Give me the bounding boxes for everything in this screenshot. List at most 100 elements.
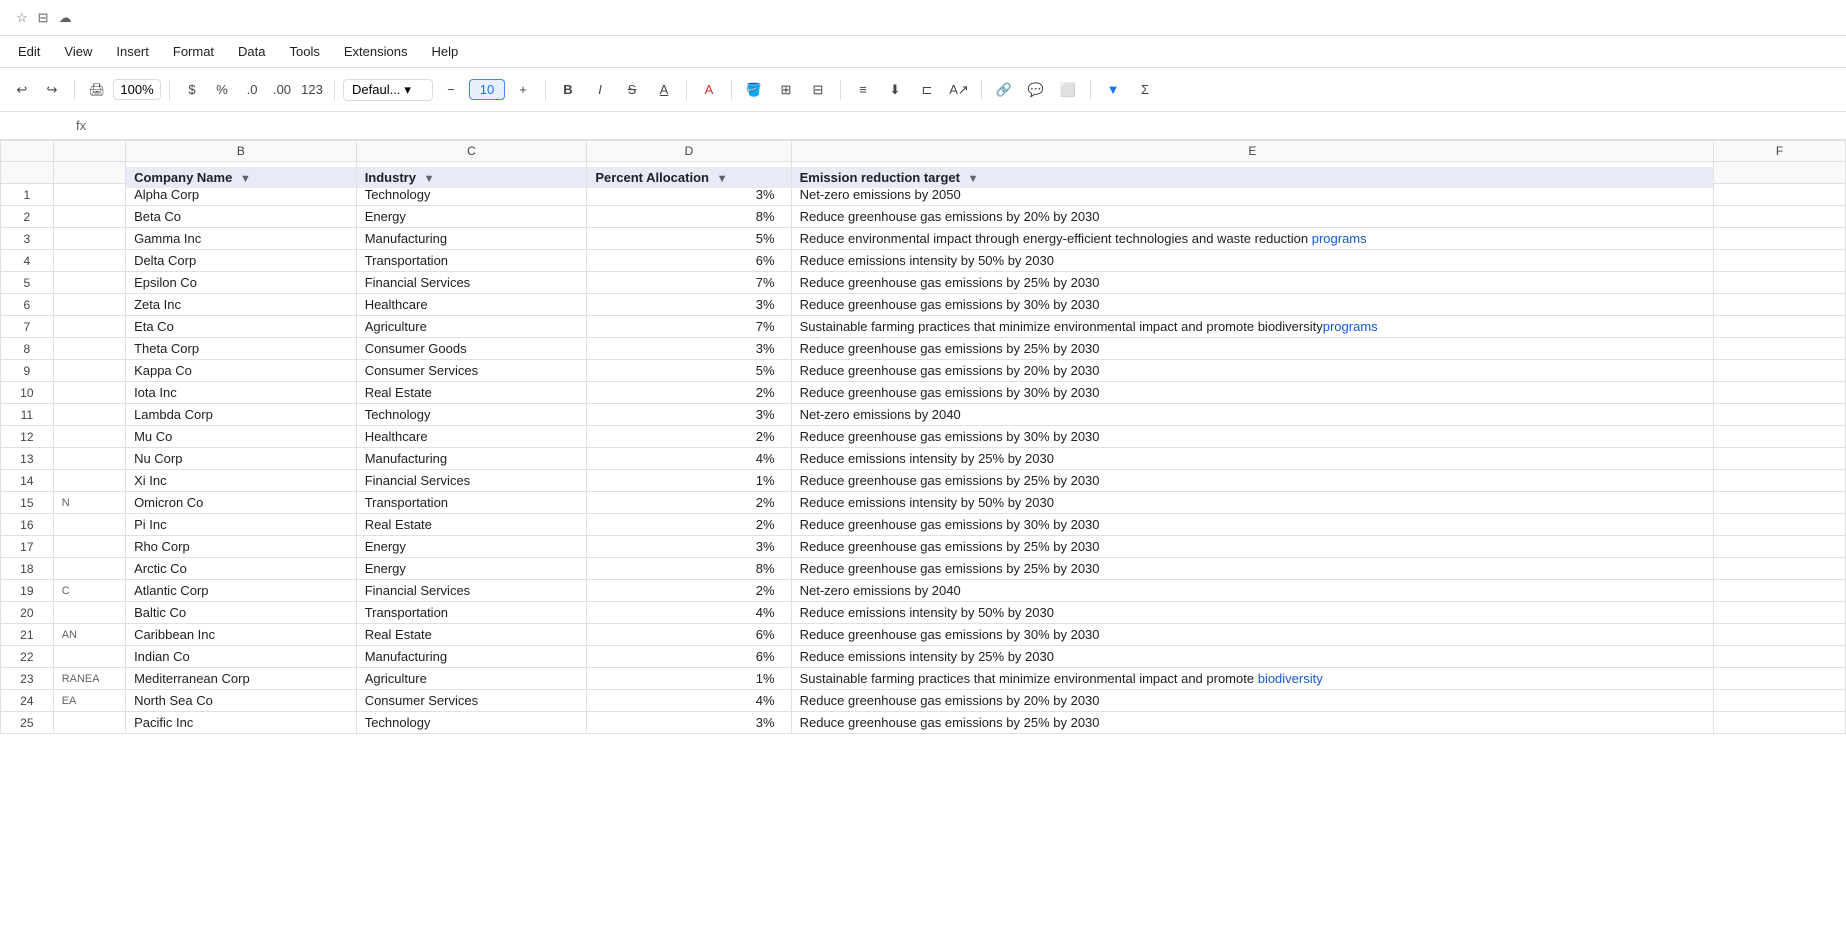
cell-emission-target[interactable]: Reduce greenhouse gas emissions by 25% b… — [791, 558, 1714, 580]
cell-percent-allocation[interactable]: 8% — [587, 558, 791, 580]
cell-emission-target[interactable]: Reduce emissions intensity by 50% by 203… — [791, 602, 1714, 624]
cell-industry[interactable]: Healthcare — [356, 294, 587, 316]
cell-percent-allocation[interactable]: 2% — [587, 580, 791, 602]
strikethrough-button[interactable]: S — [618, 76, 646, 104]
cell-percent-allocation[interactable]: 1% — [587, 470, 791, 492]
cell-col-a[interactable] — [53, 206, 125, 228]
cell-company-name[interactable]: Eta Co — [126, 316, 357, 338]
cell-col-a[interactable] — [53, 426, 125, 448]
cell-company-name[interactable]: Indian Co — [126, 646, 357, 668]
cell-emission-target[interactable]: Net-zero emissions by 2040 — [791, 404, 1714, 426]
cell-percent-allocation[interactable]: 4% — [587, 690, 791, 712]
industry-filter-icon[interactable]: ▼ — [424, 173, 435, 185]
cell-emission-target[interactable]: Reduce greenhouse gas emissions by 25% b… — [791, 338, 1714, 360]
cell-industry[interactable]: Energy — [356, 558, 587, 580]
cell-col-f[interactable] — [1714, 646, 1846, 668]
cell-col-a[interactable]: RANEA — [53, 668, 125, 690]
wrap-button[interactable]: ⊏ — [913, 76, 941, 104]
cell-col-f[interactable] — [1714, 492, 1846, 514]
merge-button[interactable]: ⊟ — [804, 76, 832, 104]
cell-percent-allocation[interactable]: 7% — [587, 272, 791, 294]
cell-industry[interactable]: Manufacturing — [356, 448, 587, 470]
cell-col-a[interactable]: AN — [53, 624, 125, 646]
cell-industry[interactable]: Agriculture — [356, 316, 587, 338]
company-name-header[interactable]: Company Name ▼ — [126, 166, 357, 188]
col-header-b[interactable]: B — [126, 141, 357, 162]
cell-company-name[interactable]: Theta Corp — [126, 338, 357, 360]
cell-company-name[interactable]: Delta Corp — [126, 250, 357, 272]
cell-emission-target[interactable]: Reduce emissions intensity by 25% by 203… — [791, 646, 1714, 668]
menu-data[interactable]: Data — [228, 40, 275, 63]
cell-company-name[interactable]: Omicron Co — [126, 492, 357, 514]
cell-col-a[interactable] — [53, 316, 125, 338]
cell-company-name[interactable]: Xi Inc — [126, 470, 357, 492]
cell-emission-target[interactable]: Reduce emissions intensity by 25% by 203… — [791, 448, 1714, 470]
cell-col-f[interactable] — [1714, 668, 1846, 690]
cell-industry[interactable]: Consumer Services — [356, 360, 587, 382]
cell-industry[interactable]: Technology — [356, 712, 587, 734]
cell-col-a[interactable] — [53, 470, 125, 492]
cell-emission-target[interactable]: Reduce environmental impact through ener… — [791, 228, 1714, 250]
cell-col-a[interactable] — [53, 404, 125, 426]
cell-industry[interactable]: Healthcare — [356, 426, 587, 448]
cell-col-a[interactable] — [53, 712, 125, 734]
emission-filter-icon[interactable]: ▼ — [968, 173, 979, 185]
cell-percent-allocation[interactable]: 2% — [587, 514, 791, 536]
cell-company-name[interactable]: Atlantic Corp — [126, 580, 357, 602]
cell-industry[interactable]: Technology — [356, 404, 587, 426]
company-filter-icon[interactable]: ▼ — [240, 173, 251, 185]
print-button[interactable]: 🖨 — [83, 76, 111, 104]
cloud-icon[interactable]: ☁ — [59, 10, 72, 26]
cell-company-name[interactable]: Zeta Inc — [126, 294, 357, 316]
cell-percent-allocation[interactable]: 4% — [587, 448, 791, 470]
cell-col-f[interactable] — [1714, 228, 1846, 250]
cell-col-f[interactable] — [1714, 382, 1846, 404]
zoom-level[interactable]: 100% — [113, 79, 161, 100]
chart-button[interactable]: ⬜ — [1054, 76, 1082, 104]
cell-col-a[interactable] — [53, 272, 125, 294]
cell-col-a[interactable] — [53, 338, 125, 360]
rotate-button[interactable]: A↗ — [945, 76, 973, 104]
cell-percent-allocation[interactable]: 8% — [587, 206, 791, 228]
cell-col-a[interactable]: N — [53, 492, 125, 514]
cell-col-f[interactable] — [1714, 316, 1846, 338]
spreadsheet-container[interactable]: B C D E F Company Name ▼ Industry ▼ Perc… — [0, 140, 1846, 928]
font-size-input[interactable]: 10 — [469, 79, 505, 100]
col-header-e[interactable]: E — [791, 141, 1714, 162]
cell-emission-target[interactable]: Reduce greenhouse gas emissions by 30% b… — [791, 426, 1714, 448]
underline-button[interactable]: A — [650, 76, 678, 104]
cell-col-f[interactable] — [1714, 448, 1846, 470]
cell-percent-allocation[interactable]: 3% — [587, 294, 791, 316]
cell-emission-target[interactable]: Reduce emissions intensity by 50% by 203… — [791, 492, 1714, 514]
cell-industry[interactable]: Energy — [356, 536, 587, 558]
cell-emission-target[interactable]: Sustainable farming practices that minim… — [791, 316, 1714, 338]
cell-col-f[interactable] — [1714, 206, 1846, 228]
cell-emission-target[interactable]: Reduce greenhouse gas emissions by 25% b… — [791, 712, 1714, 734]
cell-col-f[interactable] — [1714, 272, 1846, 294]
cell-industry[interactable]: Transportation — [356, 492, 587, 514]
cell-industry[interactable]: Energy — [356, 206, 587, 228]
cell-col-f[interactable] — [1714, 580, 1846, 602]
font-family-selector[interactable]: Defaul... ▾ — [343, 79, 433, 101]
cell-industry[interactable]: Agriculture — [356, 668, 587, 690]
cell-industry[interactable]: Financial Services — [356, 470, 587, 492]
cell-percent-allocation[interactable]: 5% — [587, 360, 791, 382]
cell-col-f[interactable] — [1714, 426, 1846, 448]
cell-col-f[interactable] — [1714, 624, 1846, 646]
cell-col-a[interactable] — [53, 382, 125, 404]
cell-industry[interactable]: Transportation — [356, 602, 587, 624]
cell-col-f[interactable] — [1714, 184, 1846, 206]
cell-emission-target[interactable]: Reduce greenhouse gas emissions by 30% b… — [791, 294, 1714, 316]
borders-button[interactable]: ⊞ — [772, 76, 800, 104]
cell-percent-allocation[interactable]: 2% — [587, 426, 791, 448]
cell-industry[interactable]: Real Estate — [356, 514, 587, 536]
cell-emission-target[interactable]: Reduce greenhouse gas emissions by 20% b… — [791, 690, 1714, 712]
cell-emission-target[interactable]: Reduce greenhouse gas emissions by 30% b… — [791, 624, 1714, 646]
cell-company-name[interactable]: Kappa Co — [126, 360, 357, 382]
col-header-f[interactable]: F — [1714, 141, 1846, 162]
cell-percent-allocation[interactable]: 6% — [587, 250, 791, 272]
cell-industry[interactable]: Consumer Services — [356, 690, 587, 712]
cell-emission-target[interactable]: Reduce greenhouse gas emissions by 30% b… — [791, 382, 1714, 404]
cell-col-a[interactable] — [53, 228, 125, 250]
cell-percent-allocation[interactable]: 4% — [587, 602, 791, 624]
